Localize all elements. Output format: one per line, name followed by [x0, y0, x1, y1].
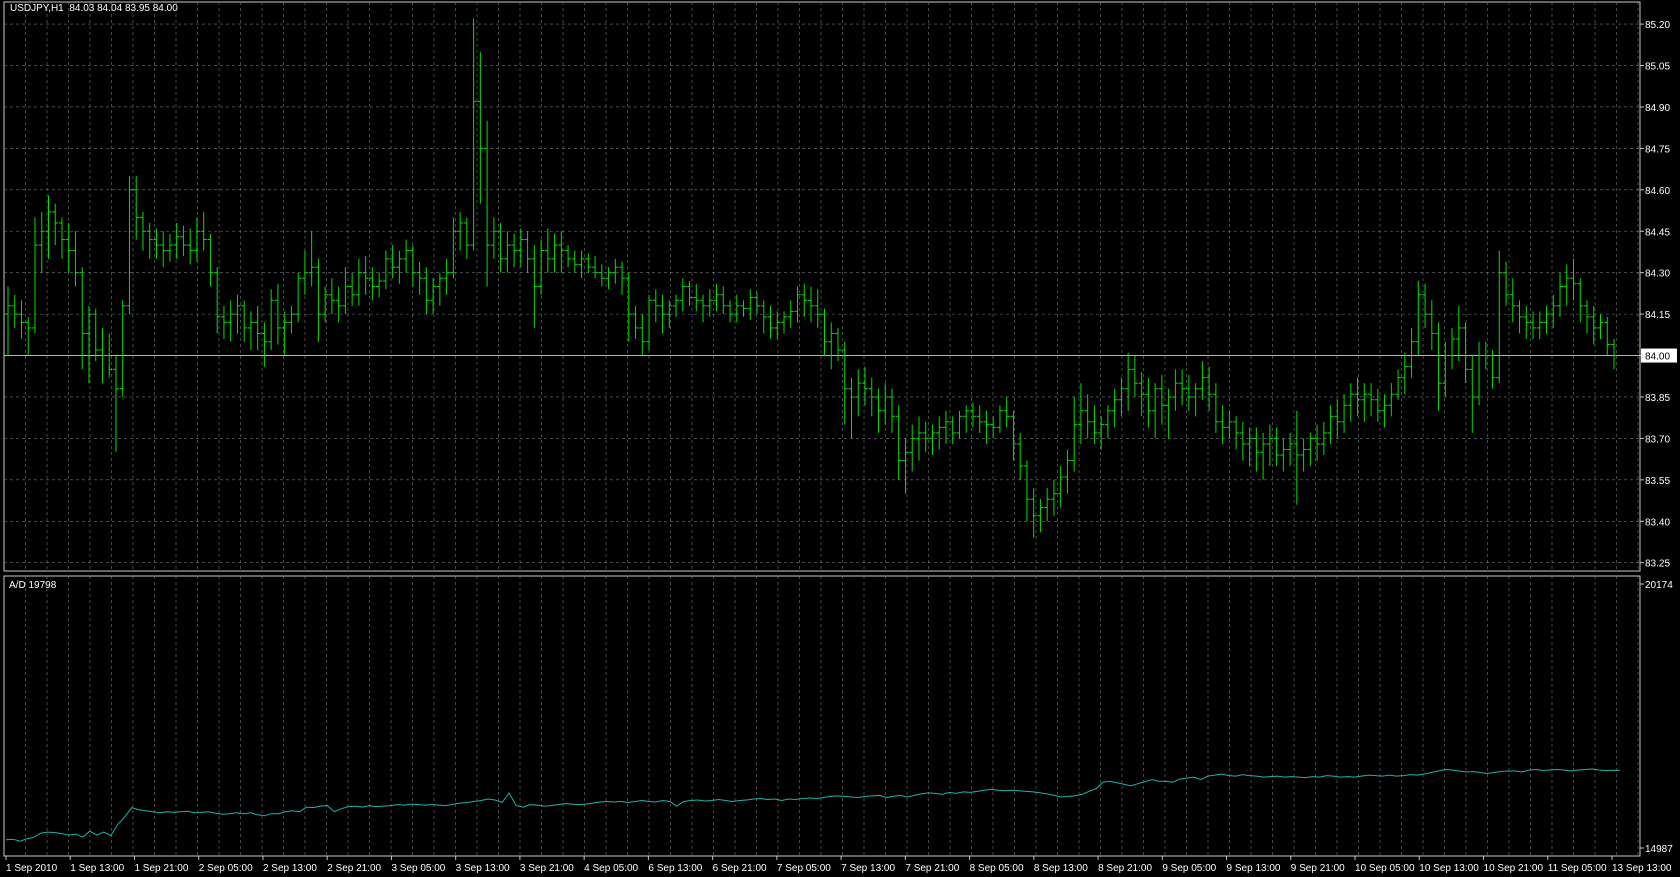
- price-axis-label: 84.75: [1645, 144, 1670, 155]
- price-axis-label: 83.70: [1645, 434, 1670, 445]
- price-axis-label: 83.25: [1645, 559, 1670, 570]
- price-axis-label: 84.60: [1645, 186, 1670, 197]
- price-axis-label: 84.90: [1645, 103, 1670, 114]
- time-axis-label: 7 Sep 21:00: [905, 863, 959, 874]
- time-axis-label: 2 Sep 05:00: [199, 863, 253, 874]
- time-axis-label: 3 Sep 21:00: [520, 863, 574, 874]
- time-axis-label: 8 Sep 05:00: [970, 863, 1024, 874]
- time-axis-label: 11 Sep 05:00: [1548, 863, 1607, 874]
- time-axis-label: 2 Sep 21:00: [327, 863, 381, 874]
- ad-series-line: [5, 768, 1621, 842]
- time-axis-label: 8 Sep 13:00: [1034, 863, 1088, 874]
- price-axis-label: 83.40: [1645, 517, 1670, 528]
- price-axis-label: 84.30: [1645, 269, 1670, 280]
- ad-axis-label: 20174: [1645, 580, 1673, 591]
- time-axis-label: 6 Sep 13:00: [648, 863, 702, 874]
- time-axis-label: 9 Sep 05:00: [1162, 863, 1216, 874]
- ad-axis-label: 14987: [1645, 844, 1673, 855]
- current-price-label: 84.00: [1645, 352, 1670, 363]
- time-axis-label: 9 Sep 21:00: [1291, 863, 1345, 874]
- price-axis-label: 83.55: [1645, 476, 1670, 487]
- ad-panel-border: [3, 575, 1641, 857]
- time-axis-label: 4 Sep 05:00: [584, 863, 638, 874]
- price-axis-label: 85.20: [1645, 20, 1670, 31]
- price-panel-border: [3, 1, 1641, 572]
- time-axis-label: 1 Sep 21:00: [134, 863, 188, 874]
- price-axis-label: 83.85: [1645, 393, 1670, 404]
- time-axis-label: 7 Sep 13:00: [841, 863, 895, 874]
- time-axis-label: 6 Sep 21:00: [713, 863, 767, 874]
- time-axis-label: 13 Sep 13:00: [1612, 863, 1672, 874]
- time-axis-label: 1 Sep 13:00: [70, 863, 124, 874]
- chart-canvas: 85.20 85.05 84.90 84.75 84.60 84.45 84.30 84.15…: [3, 1, 1677, 874]
- time-axis-label: 3 Sep 13:00: [456, 863, 510, 874]
- price-axis-label: 84.15: [1645, 310, 1670, 321]
- time-axis-label: 10 Sep 05:00: [1355, 863, 1415, 874]
- time-axis-label: 3 Sep 05:00: [391, 863, 445, 874]
- time-axis-label: 1 Sep 2010: [6, 863, 58, 874]
- price-axis-label: 84.45: [1645, 227, 1670, 238]
- time-axis-label: 10 Sep 21:00: [1484, 863, 1544, 874]
- time-axis-label: 9 Sep 13:00: [1227, 863, 1281, 874]
- time-axis-label: 8 Sep 21:00: [1098, 863, 1152, 874]
- time-axis-label: 7 Sep 05:00: [777, 863, 831, 874]
- price-axis-label: 85.05: [1645, 62, 1670, 73]
- time-axis-label: 2 Sep 13:00: [263, 863, 317, 874]
- time-axis-label: 10 Sep 13:00: [1419, 863, 1479, 874]
